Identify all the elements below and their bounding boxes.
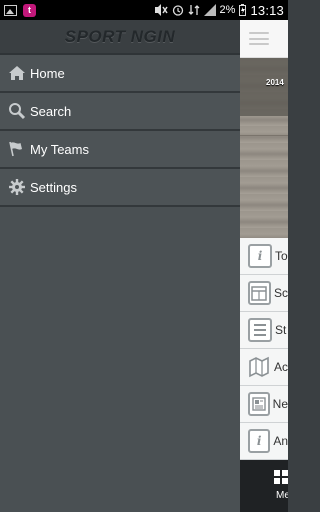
image-notification-icon bbox=[4, 4, 17, 16]
menu-item-home[interactable]: Home bbox=[0, 55, 240, 93]
flags-icon bbox=[8, 140, 26, 158]
clock: 13:13 bbox=[250, 2, 284, 18]
map-icon bbox=[248, 355, 271, 379]
mute-icon bbox=[154, 4, 168, 16]
news-icon bbox=[248, 392, 270, 416]
list-item-label: Ne bbox=[272, 397, 288, 411]
menu-item-settings[interactable]: Settings bbox=[0, 169, 240, 207]
alarm-icon bbox=[172, 5, 183, 16]
list-item-label: To bbox=[275, 249, 288, 263]
menu-item-search[interactable]: Search bbox=[0, 93, 240, 131]
menu-item-label: Home bbox=[30, 65, 65, 81]
drawer-header: SPORT NGIN bbox=[0, 20, 240, 55]
app-toolbar bbox=[240, 20, 288, 58]
hero-banner: 2014 bbox=[240, 58, 288, 238]
standings-icon bbox=[248, 318, 272, 342]
menu-item-label: Settings bbox=[30, 179, 77, 195]
bottom-navigation: Me bbox=[240, 460, 288, 512]
main-content: 2014 i To Sc St Ac Ne i An Me bbox=[240, 20, 288, 512]
sportngin-logo: SPORT NGIN bbox=[64, 26, 176, 46]
data-transfer-icon bbox=[188, 5, 200, 15]
list-item-label: St bbox=[275, 323, 287, 337]
home-icon bbox=[8, 64, 26, 82]
schedule-icon bbox=[248, 281, 271, 305]
list-item[interactable]: St bbox=[240, 312, 288, 349]
announcement-icon: i bbox=[248, 429, 271, 453]
menu-item-label: Search bbox=[30, 103, 72, 119]
status-bar: t 2% 13:13 bbox=[0, 0, 288, 20]
battery-icon bbox=[239, 4, 247, 16]
gear-icon bbox=[8, 178, 26, 196]
menu-grid-icon[interactable] bbox=[274, 470, 288, 484]
info-icon: i bbox=[248, 244, 272, 268]
list-item[interactable]: i To bbox=[240, 238, 288, 275]
hero-year: 2014 bbox=[266, 78, 284, 87]
list-item[interactable]: Ne bbox=[240, 386, 288, 423]
menu-toggle-icon[interactable] bbox=[249, 32, 269, 45]
list-item-label: An bbox=[273, 434, 288, 448]
bottom-nav-label[interactable]: Me bbox=[276, 490, 288, 501]
list-item-label: Ac bbox=[273, 360, 288, 374]
list-item[interactable]: Sc bbox=[240, 275, 288, 312]
signal-icon bbox=[203, 4, 216, 16]
list-item[interactable]: Ac bbox=[240, 349, 288, 386]
app-notification-icon: t bbox=[23, 3, 36, 17]
list-item-label: Sc bbox=[273, 286, 288, 300]
search-icon bbox=[8, 102, 26, 120]
list-item[interactable]: i An bbox=[240, 423, 288, 460]
menu-item-label: My Teams bbox=[30, 141, 89, 157]
menu-item-my-teams[interactable]: My Teams bbox=[0, 131, 240, 169]
battery-percent: 2% bbox=[219, 4, 236, 16]
navigation-drawer: SPORT NGIN Home Search My Teams Settings bbox=[0, 20, 240, 512]
